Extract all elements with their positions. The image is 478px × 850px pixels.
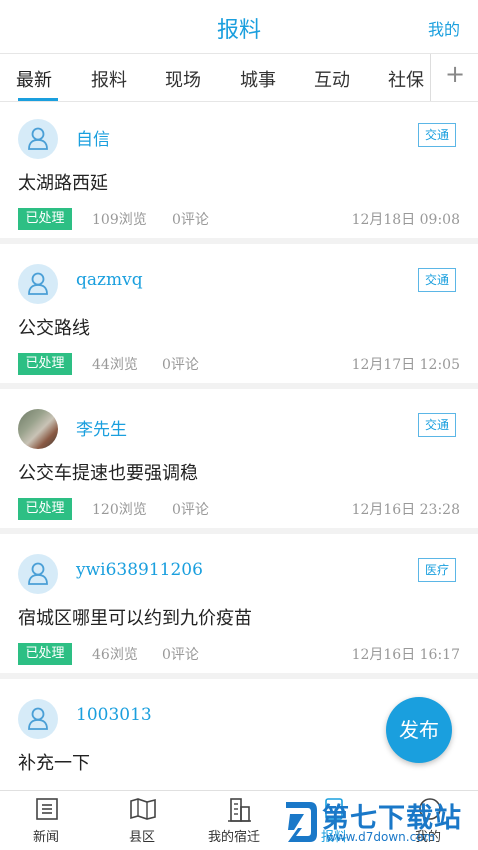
username[interactable]: qazmvq	[76, 270, 143, 290]
view-count: 120浏览	[92, 502, 147, 518]
comment-count: 0评论	[172, 212, 209, 228]
username[interactable]: 李先生	[76, 415, 127, 440]
default-user-icon	[28, 272, 48, 295]
view-count: 44浏览	[92, 357, 138, 373]
list-item[interactable]: 李先生 交通 公交车提速也要强调稳 已处理 120浏览 0评论 12月16日 2…	[0, 393, 478, 534]
item-title[interactable]: 太湖路西延	[18, 169, 108, 195]
status-badge: 已处理	[18, 208, 72, 230]
view-count: 46浏览	[92, 647, 138, 663]
timestamp: 12月16日 23:28	[351, 502, 460, 518]
mine-link[interactable]: 我的	[428, 16, 460, 40]
tab-interact[interactable]: 互动	[314, 66, 350, 92]
status-badge: 已处理	[18, 498, 72, 520]
nav-county[interactable]: 县区	[114, 791, 174, 850]
default-user-icon	[28, 562, 48, 585]
list-item[interactable]: ywi638911206 医疗 宿城区哪里可以约到九价疫苗 已处理 46浏览 0…	[0, 538, 478, 679]
username[interactable]: 自信	[76, 125, 110, 150]
news-icon	[36, 798, 58, 820]
category-tag: 交通	[418, 268, 456, 292]
nav-county-label: 县区	[129, 830, 156, 845]
nav-my-suqian-label: 我的宿迁	[208, 830, 261, 845]
default-user-icon	[28, 707, 48, 730]
view-count: 109浏览	[92, 212, 147, 228]
nav-news-label: 新闻	[33, 830, 60, 845]
item-title[interactable]: 宿城区哪里可以约到九价疫苗	[18, 604, 252, 630]
item-title[interactable]: 公交路线	[18, 314, 90, 340]
tab-report[interactable]: 报料	[91, 66, 127, 92]
category-tag: 交通	[418, 413, 456, 437]
app-header: 报料 我的	[0, 0, 478, 54]
timestamp: 12月18日 09:08	[351, 212, 460, 228]
tab-latest[interactable]: 最新	[16, 66, 52, 92]
avatar[interactable]	[18, 554, 58, 594]
avatar[interactable]	[18, 409, 58, 449]
tab-city[interactable]: 城事	[240, 66, 276, 92]
watermark-url: www.d7down.com	[326, 830, 436, 844]
plus-icon[interactable]: +	[445, 60, 465, 88]
active-tab-indicator	[18, 98, 58, 101]
list-item[interactable]: 自信 交通 太湖路西延 已处理 109浏览 0评论 12月18日 09:08	[0, 103, 478, 244]
default-user-icon	[28, 127, 48, 150]
category-tag: 交通	[418, 123, 456, 147]
comment-count: 0评论	[162, 357, 199, 373]
list-item[interactable]: qazmvq 交通 公交路线 已处理 44浏览 0评论 12月17日 12:05	[0, 248, 478, 389]
avatar[interactable]	[18, 699, 58, 739]
d7down-logo	[286, 802, 317, 842]
map-icon	[130, 798, 156, 820]
timestamp: 12月17日 12:05	[351, 357, 460, 373]
username[interactable]: 1003013	[76, 705, 152, 725]
item-title[interactable]: 公交车提速也要强调稳	[18, 459, 198, 485]
avatar[interactable]	[18, 119, 58, 159]
comment-count: 0评论	[162, 647, 199, 663]
nav-my-suqian[interactable]: 我的宿迁	[200, 791, 280, 850]
comment-count: 0评论	[172, 502, 209, 518]
building-icon	[228, 798, 251, 822]
category-tabs: 最新 报料 现场 城事 互动 社保 +	[0, 54, 478, 102]
nav-news[interactable]: 新闻	[18, 791, 78, 850]
username[interactable]: ywi638911206	[76, 560, 203, 580]
status-badge: 已处理	[18, 353, 72, 375]
tab-scene[interactable]: 现场	[165, 66, 201, 92]
status-badge: 已处理	[18, 643, 72, 665]
tab-social[interactable]: 社保	[388, 66, 424, 92]
category-tag: 医疗	[418, 558, 456, 582]
publish-button[interactable]: 发布	[386, 697, 452, 763]
page-title: 报料	[216, 18, 261, 43]
timestamp: 12月16日 16:17	[351, 647, 460, 663]
avatar[interactable]	[18, 264, 58, 304]
site-watermark: 第七下载站 www.d7down.com	[282, 796, 476, 850]
item-title[interactable]: 补充一下	[18, 749, 90, 775]
